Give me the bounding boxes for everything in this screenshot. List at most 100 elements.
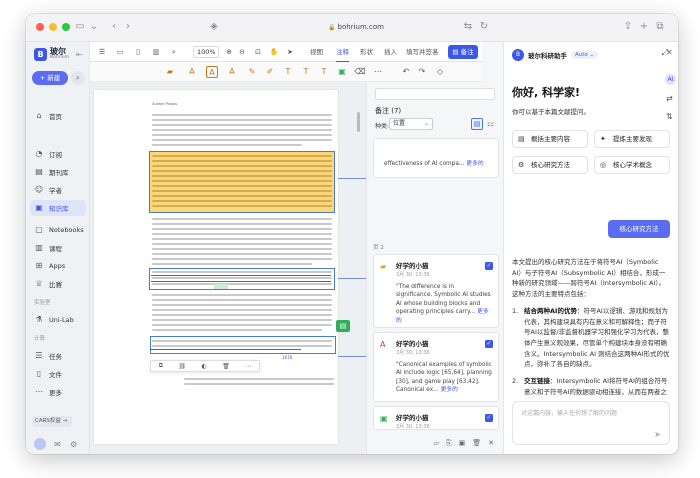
sort-rail-icon[interactable]: ⇅ <box>666 112 673 121</box>
page-view-icon[interactable]: ▯ <box>132 46 144 58</box>
marker-tool-icon[interactable]: ✐ <box>264 66 276 78</box>
underline-tool-icon[interactable]: A <box>226 66 238 78</box>
chevron-down-icon[interactable]: ⌄ <box>88 21 100 33</box>
message-icon[interactable]: ✉ <box>54 440 61 449</box>
more-link[interactable]: 更多的 <box>441 387 458 393</box>
tab-overview-icon[interactable]: ⧉ <box>654 21 666 33</box>
zoom-select[interactable]: 100% ⌄ <box>193 46 219 66</box>
close-panel-icon[interactable]: ✕ <box>666 48 673 57</box>
sidebar-item-unilab[interactable]: ⚗ Uni-Lab <box>30 312 86 328</box>
fit-page-icon[interactable]: ⊡ <box>252 46 264 58</box>
notes-search-input[interactable] <box>375 88 495 100</box>
new-button[interactable]: + 新建 <box>32 71 68 85</box>
text-tool-icon[interactable]: A <box>206 66 218 78</box>
insert-text-tool-icon[interactable]: T <box>282 66 294 78</box>
translate-icon[interactable]: ⇆ <box>462 21 474 33</box>
filter-icon[interactable]: ⚏ <box>487 119 494 128</box>
highlight-tool-icon[interactable]: ▰ <box>164 66 176 78</box>
note-card[interactable]: ▰ 好学的小猫 3月 30, 13:36 "The difference is … <box>373 254 499 328</box>
search-icon[interactable]: ⌕ <box>71 71 85 85</box>
thumbnail-panel-icon[interactable]: ▭ <box>114 46 126 58</box>
eraser-tool-icon[interactable]: ⌫ <box>354 66 366 78</box>
notes-list[interactable]: effectiveness of AI compa... 更多的 页 2 ▰ 好… <box>367 134 504 432</box>
select-tool-icon[interactable]: ➤ <box>284 46 296 58</box>
close-window-button[interactable] <box>36 23 44 31</box>
zoom-in-icon[interactable]: ⊕ <box>224 46 234 58</box>
sidebar-item-apps[interactable]: ⊞ Apps <box>30 258 86 274</box>
note-card[interactable]: ▣ 好学的小猫 3月 30, 13:36 ✓ <box>373 406 499 430</box>
export-icon[interactable]: ⎘ <box>446 439 452 448</box>
share-icon[interactable]: ⇪ <box>622 21 634 33</box>
pen-tool-icon[interactable]: ✎ <box>246 66 258 78</box>
vertical-scrollbar[interactable] <box>357 112 360 132</box>
link-icon[interactable]: ⛓ <box>178 363 186 370</box>
minimize-window-button[interactable] <box>49 23 57 31</box>
maximize-window-button[interactable] <box>62 23 70 31</box>
translate-rail-icon[interactable]: ⇄ <box>666 94 673 103</box>
tab-view[interactable]: 视图 <box>310 46 323 58</box>
sidebar-item-files[interactable]: ▯ 文件 <box>30 366 86 382</box>
send-icon[interactable]: ➤ <box>654 430 661 439</box>
logo[interactable]: B 玻尔 Bohrium <box>34 48 69 61</box>
ai-rail-icon[interactable]: AI <box>665 74 676 85</box>
more-icon[interactable]: ⋯ <box>245 363 251 370</box>
checkbox[interactable]: ✓ <box>485 340 493 348</box>
more-link[interactable]: 更多的 <box>466 161 483 167</box>
sidebar-toggle-icon[interactable]: ▭ <box>74 21 86 33</box>
ai-question-input[interactable]: 对这篇内容，输入任何想了解的问题 ➤ <box>512 401 670 445</box>
copy-icon[interactable]: ⧉ <box>159 362 163 370</box>
sidebar-item-scholars[interactable]: ☺ 学者 <box>30 182 86 198</box>
forward-icon[interactable]: › <box>122 21 134 33</box>
suggestion-methods[interactable]: ⚙ 核心研究方法 <box>512 156 588 174</box>
comment-action-icon[interactable]: ▱ <box>434 439 439 447</box>
notes-view-toggle[interactable]: ▤ <box>471 118 483 130</box>
new-tab-icon[interactable]: + <box>638 21 650 33</box>
search-doc-icon[interactable]: ⌕ <box>168 46 180 58</box>
color-icon[interactable]: ◐ <box>202 363 207 370</box>
back-icon[interactable]: ‹ <box>108 21 120 33</box>
settings-icon[interactable]: ⚙ <box>70 440 77 449</box>
comment-tool-icon[interactable]: ▣ <box>336 66 348 78</box>
note-card[interactable]: effectiveness of AI compa... 更多的 <box>373 138 499 178</box>
search-icon[interactable]: ⌕ <box>430 46 442 58</box>
sidebar-item-tasks[interactable]: ☰ 任务 <box>30 348 86 364</box>
redo-icon[interactable]: ↷ <box>416 66 428 78</box>
close-icon[interactable]: ✕ <box>488 439 494 447</box>
comment-marker-icon[interactable]: ▤ <box>336 320 350 332</box>
notes-kind-select[interactable]: 位置 ⌄ <box>389 118 433 130</box>
sidebar-item-competitions[interactable]: ♕ 比赛 <box>30 276 86 292</box>
cars-benefits-link[interactable]: CARS权益 → <box>32 416 72 427</box>
delete-icon[interactable]: 🗑 <box>472 439 481 447</box>
suggestion-concepts[interactable]: ◎ 核心学术概念 <box>594 156 670 174</box>
note-card[interactable]: A 好学的小猫 3月 30, 13:36 "Canonical examples… <box>373 332 499 402</box>
zoom-out-icon[interactable]: ⊖ <box>237 46 247 58</box>
menu-icon[interactable]: ☰ <box>96 46 108 58</box>
sidebar-item-subscribe[interactable]: ◔ 订阅 <box>30 146 86 162</box>
text-color-tool-icon[interactable]: A <box>186 66 198 78</box>
clear-icon[interactable]: ◇ <box>434 66 446 78</box>
hand-tool-icon[interactable]: ✋ <box>268 46 280 58</box>
sidebar-item-courses[interactable]: ▥ 课程 <box>30 240 86 256</box>
collapse-sidebar-icon[interactable]: ⇤ <box>76 50 83 59</box>
pdf-page[interactable]: Xuebei Piaoas ⧉ ⛓ ◐ 🗑 ⋯ 1676 <box>94 90 338 444</box>
delete-icon[interactable]: 🗑 <box>222 363 230 370</box>
suggestion-findings[interactable]: ✦ 提炼主要发现 <box>594 130 670 148</box>
tab-insert[interactable]: 插入 <box>384 46 397 58</box>
refresh-icon[interactable]: ↻ <box>478 21 490 33</box>
pdf-viewer[interactable]: Xuebei Piaoas ⧉ ⛓ ◐ 🗑 ⋯ 1676 <box>90 82 366 454</box>
sidebar-item-knowledge[interactable]: ▣ 知识库 <box>30 200 86 216</box>
sidebar-item-more[interactable]: ⋯ 更多 <box>30 384 86 400</box>
tab-annotate[interactable]: 注释 <box>336 46 349 62</box>
sidebar-item-home[interactable]: ⌂ 首页 <box>30 108 86 124</box>
sidebar-item-journals[interactable]: ▤ 期刊库 <box>30 164 86 180</box>
avatar[interactable] <box>34 438 46 450</box>
undo-icon[interactable]: ↶ <box>400 66 412 78</box>
sidebar-item-notebooks[interactable]: ▢ Notebooks <box>30 222 86 238</box>
two-page-icon[interactable]: ▥ <box>150 46 162 58</box>
more-tools-icon[interactable]: ⋯ <box>372 66 384 78</box>
image-icon[interactable]: ▣ <box>459 439 466 447</box>
ai-mode-select[interactable]: Auto ⌄ <box>571 51 599 59</box>
tab-shapes[interactable]: 形状 <box>360 46 373 58</box>
url-bar[interactable]: 🔒 bohrium.com <box>316 21 396 34</box>
notes-button[interactable]: ▤ 备注 <box>448 45 478 59</box>
